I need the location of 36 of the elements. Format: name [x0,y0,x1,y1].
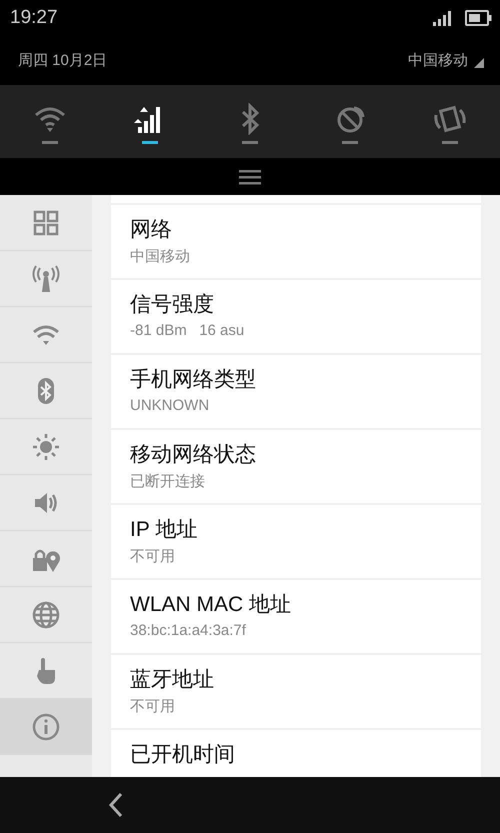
list-item[interactable]: 信号强度 -81 dBm 16 asu [111,280,481,353]
date-text: 周四 10月2日 [18,50,108,70]
item-value: 38:bc:1a:a4:3a:7f [130,622,246,639]
item-value: 中国移动 [130,247,190,266]
back-icon[interactable] [108,792,124,818]
item-title: WLAN MAC 地址 [130,592,292,618]
rotate-icon [432,103,468,135]
item-title: 蓝牙地址 [130,667,214,693]
list-item[interactable]: IP 地址 不可用 [111,505,481,578]
info-icon [31,712,61,742]
sun-icon [31,432,61,462]
item-title: 网络 [130,217,172,243]
antenna-icon [31,264,61,294]
list-item[interactable]: 手机网络类型 UNKNOWN [111,355,481,428]
sidebar-item[interactable] [0,699,92,755]
corner-triangle-icon [474,58,484,68]
item-title: 信号强度 [130,292,214,318]
item-title: 移动网络状态 [130,442,256,468]
list-item[interactable]: 已开机时间 [111,730,481,777]
globe-icon [31,600,61,630]
status-time: 19:27 [10,6,58,28]
battery-icon [465,10,492,26]
list-item[interactable]: WLAN MAC 地址 38:bc:1a:a4:3a:7f [111,580,481,653]
item-title: 手机网络类型 [130,367,256,393]
item-value: -81 dBm 16 asu [130,322,244,339]
item-value: UNKNOWN [130,397,210,414]
item-value: 不可用 [130,547,175,566]
item-value: 已断开连接 [130,472,205,491]
list-item[interactable]: 网络 中国移动 [111,205,481,278]
list-item[interactable]: 蓝牙地址 不可用 [111,655,481,728]
item-title: IP 地址 [130,517,198,543]
item-value: 不可用 [130,697,175,716]
item-title: 已开机时间 [130,742,235,768]
list-item[interactable]: 移动网络状态 已断开连接 [111,430,481,503]
menu-icon[interactable] [239,168,261,184]
carrier-text: 中国移动 [408,50,484,70]
